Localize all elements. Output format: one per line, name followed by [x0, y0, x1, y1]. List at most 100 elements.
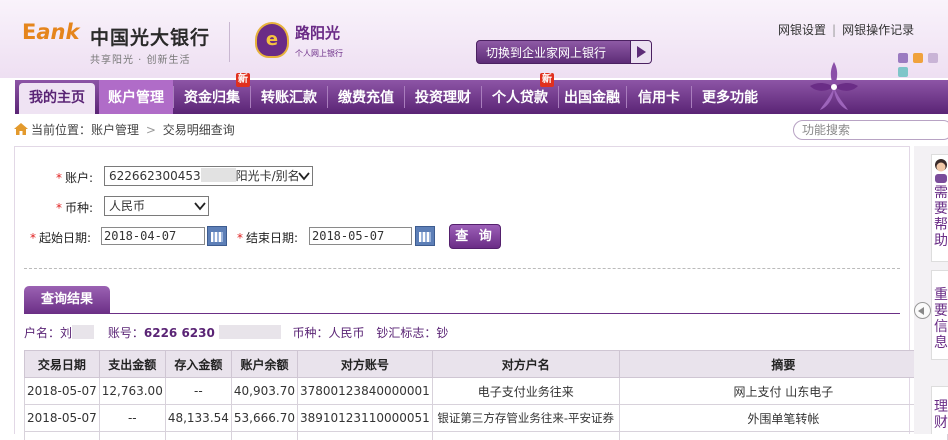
play-arrow-icon	[630, 41, 651, 63]
new-badge: 新	[236, 73, 250, 87]
holder-name-value: 刘	[60, 326, 72, 340]
ebank-logo-text: Eank	[22, 20, 79, 44]
nav-item-investment[interactable]: 投资理财	[406, 80, 480, 114]
theme-dot-lilac[interactable]	[928, 53, 938, 63]
currency-select[interactable]: 人民币	[104, 196, 209, 216]
start-date-label: *起始日期:	[30, 229, 91, 246]
account-select-value-prefix: 622662300453	[109, 169, 201, 183]
query-button[interactable]: 查 询	[449, 224, 501, 249]
switch-to-enterprise-button[interactable]: 切换到企业家网上银行	[476, 40, 652, 64]
help-panel[interactable]: 需要帮助	[931, 154, 948, 262]
bank-name: 中国光大银行	[90, 23, 210, 50]
table-row	[25, 432, 948, 440]
theme-dot-purple[interactable]	[898, 53, 908, 63]
nav-divider	[481, 86, 482, 108]
currency-info-label: 币种：	[293, 326, 329, 340]
table-cell: 38910123110000051	[297, 405, 432, 432]
sunshine-name: 路阳光	[295, 22, 340, 43]
help-panel-label: 需要帮助	[934, 185, 948, 249]
calendar-icon[interactable]	[415, 226, 435, 246]
nav-divider	[691, 86, 692, 108]
nav-item-credit-card[interactable]: 信用卡	[628, 80, 690, 114]
nav-item-account[interactable]: 账户管理	[99, 80, 173, 114]
cebbank-logo: Eank 中国光大银行 共享阳光 · 创新生活	[22, 20, 79, 44]
important-info-label: 重要信息	[934, 287, 948, 351]
table-cell: 48,133.54	[165, 405, 231, 432]
table-cell: 40,903.70	[231, 378, 297, 405]
column-header: 存入金额	[165, 351, 231, 378]
bank-slogan: 共享阳光 · 创新生活	[90, 51, 191, 66]
nav-divider	[404, 86, 405, 108]
masked-account	[219, 325, 281, 339]
nav-item-transfer[interactable]: 转账汇款	[252, 80, 326, 114]
column-header: 对方户名	[432, 351, 619, 378]
column-header: 交易日期	[25, 351, 100, 378]
chevron-down-icon	[298, 171, 310, 181]
table-cell: 53,666.70	[231, 405, 297, 432]
cash-flag-label: 钞汇标志：	[376, 326, 436, 340]
theme-dot-teal[interactable]	[898, 67, 908, 77]
nav-divider	[626, 86, 627, 108]
theme-dot-orange[interactable]	[913, 53, 923, 63]
tab-underline	[24, 313, 900, 314]
calendar-icon[interactable]	[207, 226, 227, 246]
column-header: 账户余额	[231, 351, 297, 378]
ebank-settings-link[interactable]: 网银设置	[778, 23, 826, 37]
operation-log-link[interactable]: 网银操作记录	[842, 23, 914, 37]
table-cell: 37800123840000001	[297, 378, 432, 405]
nav-item-payment[interactable]: 缴费充值	[329, 80, 403, 114]
account-number-label: 账号：	[108, 326, 144, 340]
top-links: 网银设置 | 网银操作记录	[778, 21, 914, 38]
nav-item-more[interactable]: 更多功能	[693, 80, 767, 114]
function-search-input[interactable]: 功能搜索	[793, 120, 948, 140]
header-divider	[229, 22, 230, 62]
breadcrumb-current: 交易明细查询	[163, 123, 235, 137]
table-cell: 外围单笔转帐	[619, 405, 947, 432]
home-icon	[14, 123, 28, 135]
end-date-input[interactable]: 2018-05-07	[309, 227, 412, 245]
table-cell: --	[165, 378, 231, 405]
account-select[interactable]: 622662300453 阳光卡/别名	[104, 166, 313, 186]
chevron-down-icon	[194, 201, 206, 211]
table-cell: 网上支付 山东电子	[619, 378, 947, 405]
column-header: 支出金额	[99, 351, 165, 378]
switch-button-label: 切换到企业家网上银行	[486, 46, 606, 60]
currency-info-value: 人民币	[329, 326, 365, 340]
nav-item-home[interactable]: 我的主页	[19, 83, 95, 114]
account-number-value: 6226 6230	[144, 326, 215, 340]
transaction-table: 交易日期 支出金额 存入金额 账户余额 对方账号 对方户名 摘要 2018-05…	[24, 350, 948, 440]
end-date-label: *结束日期:	[237, 229, 298, 246]
masked-digits	[201, 168, 236, 182]
holder-name-label: 户名：	[24, 326, 60, 340]
account-select-value-suffix: 阳光卡/别名	[236, 169, 300, 183]
table-row[interactable]: 2018-05-07 12,763.00 -- 40,903.70 378001…	[25, 378, 948, 405]
important-info-panel[interactable]: 重要信息	[931, 270, 948, 360]
breadcrumb-account[interactable]: 账户管理	[91, 123, 139, 137]
account-label: *账户:	[56, 169, 93, 186]
finance-panel[interactable]: 理财	[931, 386, 948, 434]
finance-panel-label: 理财	[934, 399, 948, 431]
column-header: 摘要	[619, 351, 947, 378]
start-date-input[interactable]: 2018-04-07	[101, 227, 205, 245]
nav-item-overseas-finance[interactable]: 出国金融	[560, 80, 624, 114]
table-cell: 12,763.00	[99, 378, 165, 405]
breadcrumb: 当前位置：账户管理 > 交易明细查询	[14, 121, 235, 138]
breadcrumb-separator: >	[146, 123, 156, 137]
service-agent-icon	[933, 157, 948, 183]
section-divider	[24, 268, 900, 269]
collapse-arrow-icon[interactable]	[914, 302, 931, 319]
nav-divider	[327, 86, 328, 108]
table-cell: 电子支付业务往来	[432, 378, 619, 405]
column-header: 对方账号	[297, 351, 432, 378]
theme-switcher	[898, 52, 948, 80]
link-separator: |	[832, 23, 836, 37]
tab-query-result[interactable]: 查询结果	[24, 286, 110, 314]
currency-select-value: 人民币	[109, 199, 145, 213]
nav-divider	[250, 86, 251, 108]
masked-name	[72, 325, 94, 339]
breadcrumb-prefix: 当前位置：	[31, 123, 91, 137]
sunshine-badge-icon: e	[255, 22, 289, 58]
nav-divider	[558, 86, 559, 108]
table-row[interactable]: 2018-05-07 -- 48,133.54 53,666.70 389101…	[25, 405, 948, 432]
sunshine-logo: e 路阳光 个人网上银行	[255, 20, 345, 64]
